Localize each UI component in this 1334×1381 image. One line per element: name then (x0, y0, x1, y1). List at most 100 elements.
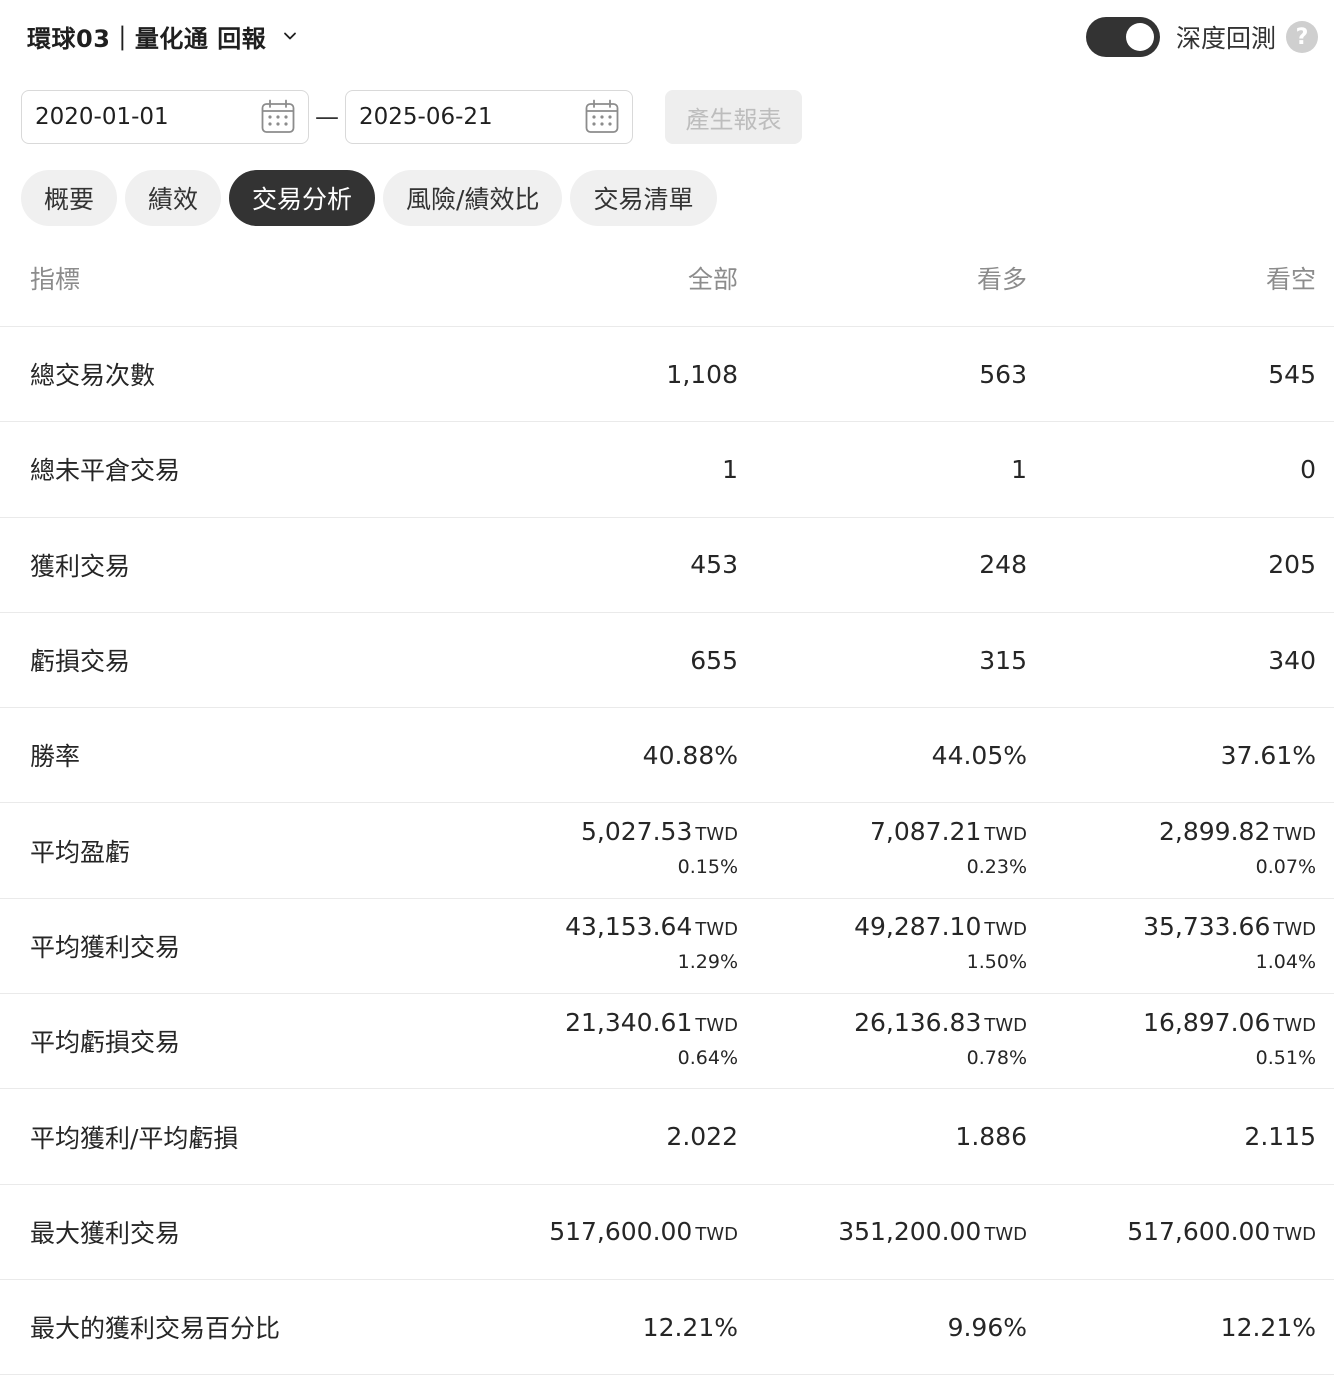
tab-performance[interactable]: 績效 (125, 170, 222, 226)
value-cell-all: 40.88% (643, 708, 738, 802)
metric-value: 655 (690, 645, 738, 675)
metric-value: 351,200.00 (838, 1217, 982, 1247)
value-cell-all: 2.022 (666, 1089, 738, 1183)
tab-trade-analysis[interactable]: 交易分析 (229, 170, 376, 226)
value-line: 26,136.83 TWD (854, 1008, 1027, 1037)
value-line: 5,027.53 TWD (581, 817, 738, 846)
value-line: 12.21% (643, 1313, 738, 1342)
value-cell-long: 248 (979, 518, 1027, 612)
value-line: 7,087.21 TWD (870, 817, 1027, 846)
metric-percent: 0.15% (677, 856, 738, 879)
value-line: 351,200.00 TWD (838, 1217, 1027, 1246)
date-separator: — (315, 103, 339, 131)
value-line: 2,899.82 TWD (1159, 817, 1316, 846)
table-row: 獲利交易 453 248 205 (0, 518, 1334, 613)
tab-overview[interactable]: 概要 (21, 170, 118, 226)
deep-backtest-toggle[interactable] (1085, 17, 1160, 57)
metric-value: 5,027.53 (581, 817, 693, 847)
value-line: 12.21% (1221, 1313, 1316, 1342)
metric-value: 37.61% (1220, 740, 1316, 770)
tab-trade-list[interactable]: 交易清單 (570, 170, 717, 226)
metric-label: 獲利交易 (30, 551, 131, 581)
currency-unit: TWD (984, 824, 1027, 846)
value-cell-long: 44.05% (932, 708, 1027, 802)
value-line: 16,897.06 TWD (1143, 1008, 1316, 1037)
value-line: 1,108 (666, 360, 738, 389)
metric-percent: 0.64% (677, 1046, 738, 1069)
table-header: 指標 全部 看多 看空 (0, 230, 1334, 327)
help-icon[interactable]: ? (1286, 21, 1318, 53)
value-line: 0 (1300, 455, 1316, 484)
metric-value: 7,087.21 (870, 817, 982, 847)
metric-label: 最大獲利交易 (30, 1218, 181, 1248)
start-date-field (21, 90, 309, 144)
metric-value: 9.96% (947, 1312, 1027, 1342)
column-header-metric: 指標 (30, 265, 81, 294)
toggle-knob (1125, 23, 1154, 51)
metric-label: 平均虧損交易 (30, 1028, 181, 1058)
table-row: 平均獲利/平均虧損 2.022 1.886 2.115 (0, 1089, 1334, 1185)
value-cell-short: 2.115 (1244, 1089, 1316, 1183)
value-cell-long: 563 (979, 327, 1027, 421)
value-line: 517,600.00 TWD (549, 1217, 738, 1246)
value-cell-long: 7,087.21 TWD 0.23% (870, 803, 1027, 897)
metric-percent: 1.29% (677, 951, 738, 974)
metric-label: 平均盈虧 (30, 837, 131, 867)
value-cell-short: 12.21% (1221, 1280, 1316, 1374)
value-cell-short: 37.61% (1221, 708, 1316, 802)
end-date-input[interactable] (359, 91, 579, 143)
value-cell-all: 453 (690, 518, 738, 612)
value-line: 340 (1268, 646, 1316, 675)
value-cell-long: 26,136.83 TWD 0.78% (854, 994, 1027, 1088)
metric-value: 1 (722, 454, 738, 484)
currency-unit: TWD (1273, 824, 1316, 846)
value-line: 9.96% (948, 1313, 1027, 1342)
metric-value: 12.21% (642, 1312, 738, 1342)
metric-value: 517,600.00 (549, 1217, 693, 1247)
currency-unit: TWD (695, 824, 738, 846)
value-line: 2.022 (666, 1122, 738, 1151)
currency-unit: TWD (1273, 1224, 1316, 1246)
value-line: 49,287.10 TWD (854, 912, 1027, 941)
table-row: 最大獲利交易 517,600.00 TWD 351,200.00 TWD 517,600.… (0, 1185, 1334, 1280)
value-cell-short: 2,899.82 TWD 0.07% (1159, 803, 1316, 897)
metric-value: 40.88% (642, 740, 738, 770)
trade-analysis-table: 指標 全部 看多 看空 總交易次數 1,108 563 545 總未平倉交易 1 1 0 獲利交… (0, 230, 1334, 1376)
tab-bar: 概要 績效 交易分析 風險/績效比 交易清單 (21, 170, 725, 226)
generate-report-button[interactable]: 產生報表 (665, 90, 802, 144)
metric-label: 虧損交易 (30, 647, 131, 677)
metric-percent: 0.23% (966, 856, 1027, 879)
value-cell-all: 21,340.61 TWD 0.64% (565, 994, 738, 1088)
start-date-input[interactable] (35, 91, 255, 143)
table-body: 總交易次數 1,108 563 545 總未平倉交易 1 1 0 獲利交易 453 248 205 虧損… (0, 327, 1334, 1376)
value-line: 1 (722, 455, 738, 484)
calendar-icon[interactable] (260, 99, 296, 135)
metric-value: 1 (1011, 454, 1027, 484)
value-cell-all: 1,108 (666, 327, 738, 421)
value-cell-all: 12.21% (643, 1280, 738, 1374)
calendar-icon[interactable] (584, 99, 620, 135)
date-range-row: — 產生報表 (21, 90, 802, 144)
value-cell-long: 1.886 (955, 1089, 1027, 1183)
strategy-selector[interactable]: 環球03｜量化通 回報 (27, 18, 298, 54)
tab-risk-performance-ratio[interactable]: 風險/績效比 (383, 170, 563, 226)
metric-value: 12.21% (1220, 1312, 1316, 1342)
value-line: 43,153.64 TWD (565, 912, 738, 941)
metric-value: 49,287.10 (854, 912, 982, 942)
table-row: 平均盈虧 5,027.53 TWD 0.15% 7,087.21 TWD 0.23% 2,89… (0, 803, 1334, 899)
metric-value: 453 (690, 550, 738, 580)
currency-unit: TWD (1273, 1014, 1316, 1036)
column-header-all: 全部 (687, 265, 738, 294)
metric-label: 總交易次數 (30, 361, 156, 391)
currency-unit: TWD (1273, 919, 1316, 941)
metric-percent: 1.04% (1255, 951, 1316, 974)
deep-backtest-group: 深度回測 ? (1085, 16, 1318, 58)
column-header-long: 看多 (976, 265, 1027, 294)
value-cell-all: 655 (690, 613, 738, 707)
chevron-down-icon (284, 32, 297, 40)
metric-value: 340 (1268, 645, 1316, 675)
metric-value: 205 (1268, 550, 1316, 580)
table-row: 平均虧損交易 21,340.61 TWD 0.64% 26,136.83 TWD 0.78%… (0, 994, 1334, 1090)
metric-percent: 0.78% (966, 1046, 1027, 1069)
metric-value: 0 (1300, 454, 1316, 484)
